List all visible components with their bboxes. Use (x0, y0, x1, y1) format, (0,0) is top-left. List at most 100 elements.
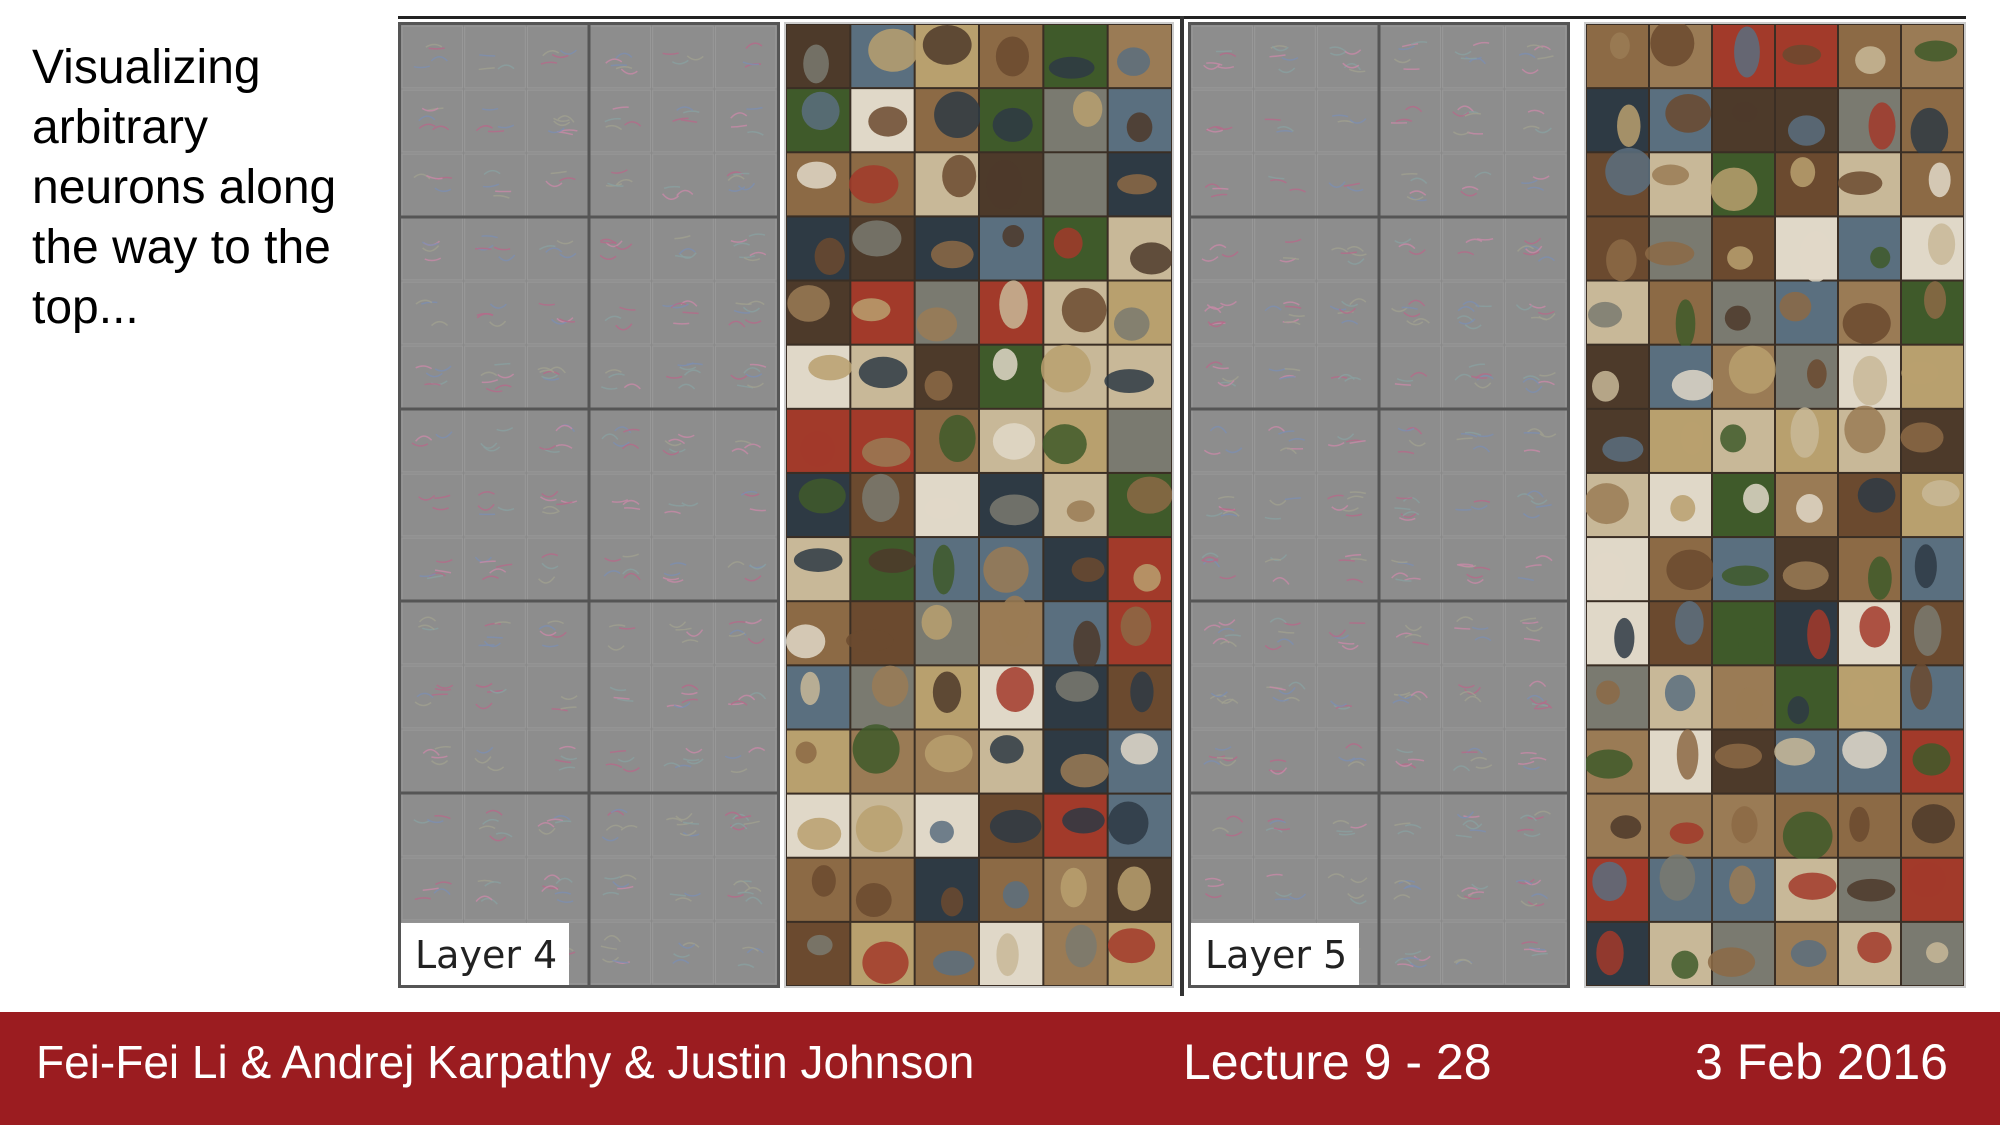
deconv-cell (714, 921, 777, 985)
deconv-cell (652, 601, 714, 665)
patch-detail (1060, 867, 1087, 908)
feature-stroke (1523, 431, 1540, 435)
patch-detail (1002, 881, 1029, 909)
title-line: top... (32, 281, 139, 334)
deconv-cell (1379, 921, 1442, 985)
deconv-cell (1254, 857, 1316, 921)
patch-detail (1586, 749, 1633, 779)
patch-detail (871, 665, 909, 707)
image-patch (1776, 345, 1837, 408)
patch-detail (992, 348, 1018, 381)
deconv-cell (1316, 665, 1379, 729)
deconv-cell (464, 217, 526, 281)
deconv-cell (589, 601, 652, 665)
patch-detail (924, 497, 960, 520)
patch-detail (999, 595, 1031, 647)
feature-stroke (1336, 830, 1353, 833)
deconv-cell (1191, 25, 1254, 89)
deconv-cell (1316, 601, 1379, 665)
patch-detail (941, 887, 964, 917)
deconv-cell (401, 25, 464, 89)
layer4-image-patches (784, 22, 1174, 988)
deconv-cell (464, 345, 526, 409)
patch-detail (1133, 564, 1161, 592)
patch-detail (1721, 565, 1769, 586)
patch-detail (1734, 26, 1760, 78)
patch-detail (1788, 872, 1837, 900)
patch-detail (1928, 162, 1951, 198)
deconv-cell (526, 665, 589, 729)
deconv-cell (1191, 601, 1254, 665)
patch-detail (1675, 299, 1696, 348)
patch-detail (1120, 733, 1159, 765)
deconv-cell (714, 473, 777, 537)
deconv-cell (1316, 473, 1379, 537)
deconv-cell (1379, 153, 1442, 217)
deconv-cell (526, 793, 589, 857)
deconv-cell (714, 857, 777, 921)
feature-stroke (1338, 559, 1355, 562)
patch-detail (1592, 861, 1627, 902)
patch-detail (1912, 743, 1951, 776)
patch-detail (1714, 743, 1762, 769)
patch-detail (1130, 671, 1154, 713)
deconv-cell (1504, 537, 1567, 601)
patch-detail (787, 285, 830, 322)
patch-detail (996, 666, 1034, 713)
layer5-image-patches (1584, 22, 1966, 988)
layer5-deconv-grid: Layer 5 (1188, 22, 1570, 988)
patch-detail (1849, 806, 1870, 843)
deconv-cell (1254, 25, 1316, 89)
patch-detail (852, 220, 902, 257)
deconv-cell (714, 25, 777, 89)
patch-detail (989, 809, 1042, 843)
deconv-cell (464, 473, 526, 537)
deconv-cell (652, 857, 714, 921)
patch-detail (846, 629, 894, 652)
patch-detail (1592, 370, 1620, 402)
deconv-cell (401, 217, 464, 281)
patch-detail (1048, 56, 1095, 79)
patch-detail (1868, 556, 1892, 600)
patch-detail (1731, 806, 1758, 844)
feature-stroke (561, 129, 578, 132)
patch-detail (916, 307, 958, 342)
deconv-cell (464, 25, 526, 89)
deconv-cell (526, 281, 589, 345)
deconv-cell (401, 89, 464, 153)
patch-detail (1914, 605, 1942, 656)
deconv-cell (1379, 473, 1442, 537)
patch-detail (801, 91, 840, 131)
patch-detail (924, 370, 953, 401)
visualization-figure: Layer 4 Layer 5 (398, 16, 1966, 996)
deconv-cell (1504, 601, 1567, 665)
deconv-cell (1442, 473, 1504, 537)
patch-detail (1586, 483, 1629, 525)
deconv-cell (714, 665, 777, 729)
patch-detail (1061, 287, 1107, 333)
patch-detail (1787, 115, 1825, 146)
deconv-cell (589, 345, 652, 409)
patch-detail (1774, 737, 1816, 766)
patch-detail (796, 161, 837, 189)
patch-detail (1670, 495, 1696, 522)
patch-detail (1669, 822, 1704, 844)
deconv-cell (464, 729, 526, 793)
footer-date: 3 Feb 2016 (1695, 1034, 1948, 1090)
patch-detail (1133, 411, 1155, 448)
feature-stroke (486, 636, 503, 639)
deconv-cell (1379, 537, 1442, 601)
patch-detail (1042, 424, 1087, 465)
deconv-cell (1254, 217, 1316, 281)
patch-detail (1782, 44, 1822, 65)
deconv-cell (526, 153, 589, 217)
deconv-cell (526, 537, 589, 601)
patch-detail (1926, 942, 1949, 964)
deconv-cell (1254, 281, 1316, 345)
patch-detail (1859, 606, 1891, 648)
deconv-cell (1379, 25, 1442, 89)
feature-stroke (600, 241, 617, 244)
title-line: Visualizing (32, 41, 261, 94)
patch-detail (1107, 928, 1156, 964)
deconv-cell (1504, 729, 1567, 793)
